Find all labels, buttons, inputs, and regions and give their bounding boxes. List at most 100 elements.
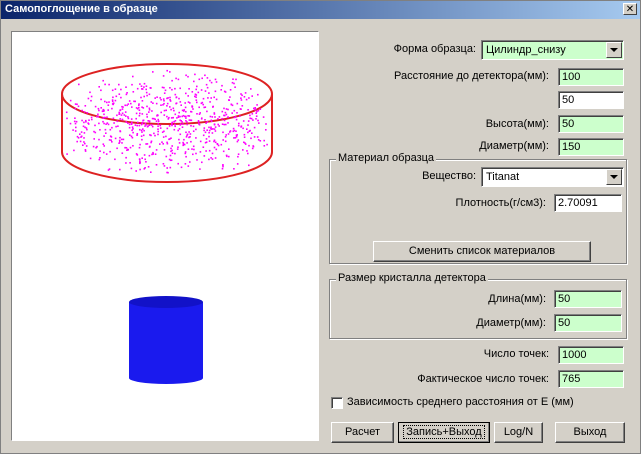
sample-point (200, 118, 203, 120)
chevron-down-icon[interactable] (606, 42, 622, 58)
sample-point (150, 134, 152, 137)
sample-point (110, 139, 112, 141)
sample-point (142, 119, 144, 122)
sample-point (211, 158, 214, 160)
sample-point (176, 148, 179, 150)
dependency-checkbox[interactable] (331, 397, 343, 409)
sample-point (139, 159, 141, 161)
substance-value: Titanat (486, 171, 520, 183)
sample-point (178, 138, 180, 141)
sample-point (243, 133, 246, 136)
sample-point (196, 159, 198, 161)
save-exit-button[interactable]: Запись+Выход (398, 422, 490, 443)
sample-point (241, 94, 243, 97)
sample-point (192, 145, 195, 148)
sample-point (234, 86, 236, 88)
sample-point (150, 171, 152, 173)
sample-point (160, 98, 162, 101)
sample-point (114, 137, 117, 140)
sample-point (187, 75, 189, 78)
calc-button[interactable]: Расчет (331, 422, 394, 443)
height-field[interactable]: 50 (558, 115, 624, 133)
substance-select[interactable]: Titanat (481, 167, 624, 187)
points-count-field[interactable]: 1000 (558, 346, 624, 364)
sample-point (146, 143, 149, 145)
sample-point (80, 131, 83, 133)
sample-point (185, 136, 188, 138)
distance-field[interactable]: 100 (558, 68, 624, 86)
sample-point (118, 111, 120, 114)
sample-point (195, 152, 197, 155)
sample-point (163, 114, 166, 116)
sample-point (234, 137, 237, 139)
sample-point (76, 103, 78, 106)
shape-value: Цилиндр_снизу (486, 44, 566, 56)
sample-point (189, 133, 192, 135)
sample-point (80, 135, 83, 138)
crystal-length-field[interactable]: 50 (554, 290, 622, 308)
sample-point (257, 139, 260, 141)
sample-point (247, 120, 250, 122)
sample-point (211, 132, 214, 134)
sample-point (215, 98, 218, 101)
save-exit-label: Запись+Выход (403, 425, 485, 439)
sample-point (174, 113, 177, 116)
sample-point (142, 128, 144, 130)
sample-point (218, 116, 221, 118)
sample-point (236, 163, 239, 165)
sample-point (141, 121, 144, 124)
sample-point (148, 111, 150, 113)
sample-point (213, 96, 215, 99)
sample-point (213, 140, 215, 143)
sample-point (161, 86, 164, 89)
chevron-down-icon[interactable] (606, 169, 622, 185)
sample-point (262, 116, 265, 118)
sample-point (190, 125, 192, 127)
sample-point (257, 119, 259, 122)
sample-point (146, 116, 148, 118)
density-field[interactable]: 2.70091 (554, 194, 622, 212)
sample-point (153, 117, 155, 120)
sample-point (255, 115, 258, 117)
sample-point (199, 168, 201, 170)
sample-point (108, 101, 110, 103)
title-bar[interactable]: Самопоглощение в образце ✕ (1, 1, 640, 19)
change-materials-button[interactable]: Сменить список материалов (373, 241, 591, 262)
sample-point (107, 109, 109, 111)
exit-button[interactable]: Выход (555, 422, 625, 443)
sample-point (122, 138, 125, 141)
sample-point (157, 122, 159, 125)
sample-point (200, 102, 203, 105)
extra-field[interactable]: 50 (558, 91, 624, 109)
diameter-field[interactable]: 150 (558, 138, 624, 156)
sample-point (141, 157, 143, 159)
sample-point (139, 160, 141, 163)
sample-point (184, 106, 187, 109)
sample-point (125, 93, 128, 96)
sample-point (132, 91, 135, 93)
sample-point (127, 117, 130, 120)
sample-point (111, 141, 113, 143)
sample-point (155, 102, 158, 105)
shape-select[interactable]: Цилиндр_снизу (481, 40, 624, 60)
sample-point (83, 137, 85, 139)
sample-point (176, 117, 178, 119)
sample-point (131, 129, 133, 132)
sample-point (190, 140, 192, 143)
dependency-label[interactable]: Зависимость среднего расстояния от E (мм… (347, 396, 574, 408)
sample-point (85, 121, 87, 123)
sample-point (166, 105, 168, 107)
sample-point (74, 130, 77, 132)
sample-point (137, 121, 139, 124)
sample-point (100, 98, 102, 101)
close-button[interactable]: ✕ (623, 3, 637, 15)
sample-point (236, 140, 239, 143)
sample-point (150, 124, 153, 126)
sample-point (171, 79, 173, 82)
sample-point (214, 90, 217, 93)
sample-point (146, 125, 149, 128)
sample-point (224, 136, 227, 138)
log-button[interactable]: Log/N (494, 422, 543, 443)
crystal-diameter-field[interactable]: 50 (554, 314, 622, 332)
sample-point (257, 93, 259, 96)
